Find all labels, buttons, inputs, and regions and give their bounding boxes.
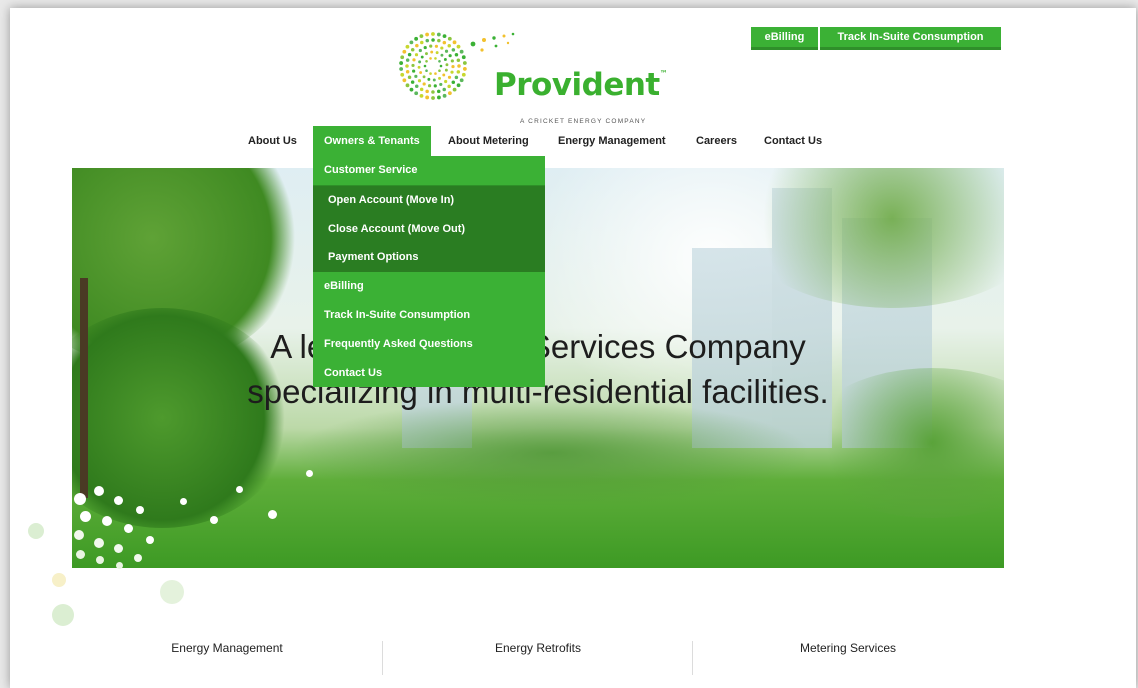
decorative-dot — [160, 580, 184, 604]
provident-logo[interactable]: Provident™ A CRICKET ENERGY COMPANY — [398, 26, 698, 125]
nav-about-us[interactable]: About Us — [248, 126, 297, 156]
owners-tenants-dropdown: Customer Service Open Account (Move In) … — [313, 156, 545, 388]
decorative-dot — [134, 554, 142, 562]
menu-customer-service[interactable]: Customer Service — [313, 156, 545, 186]
nav-about-metering[interactable]: About Metering — [448, 126, 529, 156]
decorative-dot — [52, 573, 66, 587]
decorative-dot — [114, 544, 123, 553]
decorative-dot — [180, 498, 187, 505]
decorative-dot — [136, 506, 144, 514]
decorative-dot — [102, 516, 112, 526]
decorative-dot — [116, 562, 123, 569]
menu-faq[interactable]: Frequently Asked Questions — [313, 330, 545, 359]
decorative-dot — [114, 496, 123, 505]
menu-close-account[interactable]: Close Account (Move Out) — [313, 214, 545, 244]
menu-contact-us[interactable]: Contact Us — [313, 359, 545, 388]
decorative-dot — [74, 530, 84, 540]
nav-contact-us[interactable]: Contact Us — [764, 126, 822, 156]
page: Provident™ A CRICKET ENERGY COMPANY eBil… — [10, 8, 1136, 688]
track-consumption-button[interactable]: Track In-Suite Consumption — [820, 27, 1001, 50]
nav-careers[interactable]: Careers — [696, 126, 737, 156]
brand-tagline: A CRICKET ENERGY COMPANY — [520, 118, 647, 125]
decorative-dot — [52, 604, 74, 626]
nav-energy-management[interactable]: Energy Management — [558, 126, 666, 156]
service-metering-services[interactable]: Metering Services — [693, 633, 1003, 673]
decorative-dot — [28, 523, 44, 539]
nav-owners-tenants[interactable]: Owners & Tenants — [313, 126, 431, 156]
decorative-dot — [268, 510, 277, 519]
menu-open-account[interactable]: Open Account (Move In) — [313, 185, 545, 215]
decorative-dot — [96, 556, 104, 564]
decorative-dot — [124, 524, 133, 533]
menu-track-consumption[interactable]: Track In-Suite Consumption — [313, 301, 545, 330]
decorative-dot — [76, 550, 85, 559]
decorative-dot — [236, 486, 243, 493]
tree-foliage — [292, 398, 812, 508]
brand-name: Provident™ — [494, 67, 668, 103]
services-row: Energy Management Energy Retrofits Meter… — [72, 633, 1004, 675]
decorative-dot — [146, 536, 154, 544]
decorative-dot — [94, 486, 104, 496]
service-energy-management[interactable]: Energy Management — [72, 633, 382, 673]
service-energy-retrofits[interactable]: Energy Retrofits — [383, 633, 693, 673]
ebilling-button[interactable]: eBilling — [751, 27, 818, 50]
decorative-dot — [80, 511, 91, 522]
decorative-dot — [210, 516, 218, 524]
decorative-dot — [74, 493, 86, 505]
decorative-dot — [306, 470, 313, 477]
main-nav: About Us Owners & Tenants About Metering… — [10, 126, 1136, 156]
menu-ebilling[interactable]: eBilling — [313, 272, 545, 301]
menu-payment-options[interactable]: Payment Options — [313, 243, 545, 273]
decorative-dot — [94, 538, 104, 548]
